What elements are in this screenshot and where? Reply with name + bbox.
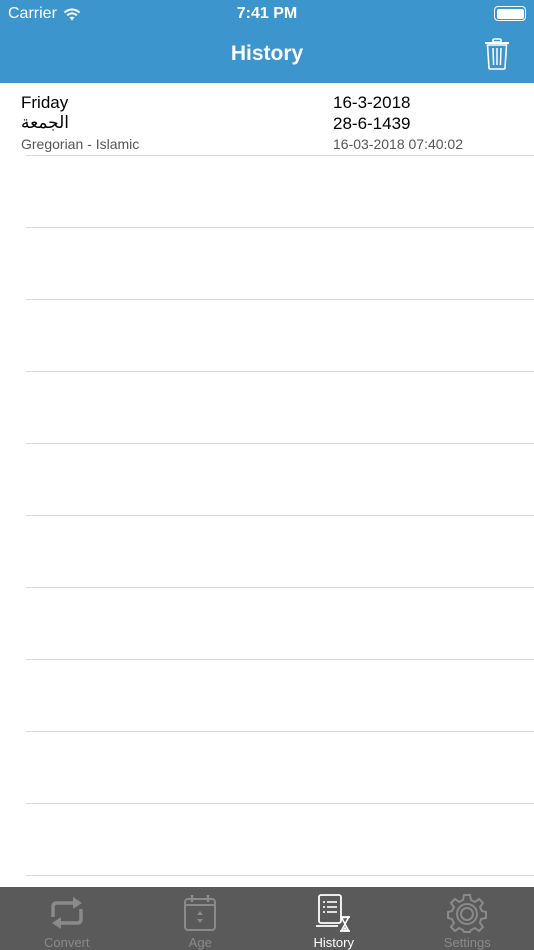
empty-row (0, 804, 534, 875)
empty-row (0, 732, 534, 803)
gregorian-date: 16-3-2018 (333, 93, 411, 112)
empty-row (0, 300, 534, 371)
battery-icon (494, 6, 526, 21)
islamic-date: 28-6-1439 (333, 114, 411, 133)
tab-label: Convert (43, 935, 90, 950)
empty-row (0, 588, 534, 659)
arabic-day-name: الجمعة (21, 113, 70, 133)
convert-arrows-icon (51, 897, 83, 929)
empty-row (0, 228, 534, 299)
status-bar: Carrier 7:41 PM (0, 0, 534, 28)
tab-label: Settings (443, 935, 491, 950)
tab-age[interactable]: Age (134, 887, 268, 950)
empty-row (0, 372, 534, 443)
tab-bar: Convert Age History Settings (0, 887, 534, 950)
page-title: History (230, 42, 304, 65)
status-time: 7:41 PM (236, 5, 298, 22)
conversion-type: Gregorian - Islamic (21, 136, 140, 152)
delete-history-button[interactable] (482, 36, 512, 72)
navigation-bar: Carrier 7:41 PM History (0, 0, 534, 83)
trash-icon (485, 38, 509, 70)
empty-row (0, 516, 534, 587)
empty-row (0, 444, 534, 515)
gear-icon (447, 894, 488, 933)
history-list[interactable]: Friday الجمعة Gregorian - Islamic 16-3-2… (0, 83, 534, 887)
tab-history[interactable]: History (267, 887, 401, 950)
tab-label: Age (188, 935, 212, 950)
history-row[interactable]: Friday الجمعة Gregorian - Islamic 16-3-2… (0, 83, 534, 155)
tab-convert[interactable]: Convert (0, 887, 134, 950)
day-name: Friday (21, 93, 69, 112)
calendar-icon (184, 895, 217, 931)
tab-label: History (313, 935, 354, 950)
row-separator (26, 875, 534, 876)
empty-row (0, 156, 534, 227)
history-list-hourglass-icon (315, 894, 350, 932)
saved-timestamp: 16-03-2018 07:40:02 (333, 136, 463, 152)
empty-row (0, 660, 534, 731)
tab-settings[interactable]: Settings (401, 887, 534, 950)
